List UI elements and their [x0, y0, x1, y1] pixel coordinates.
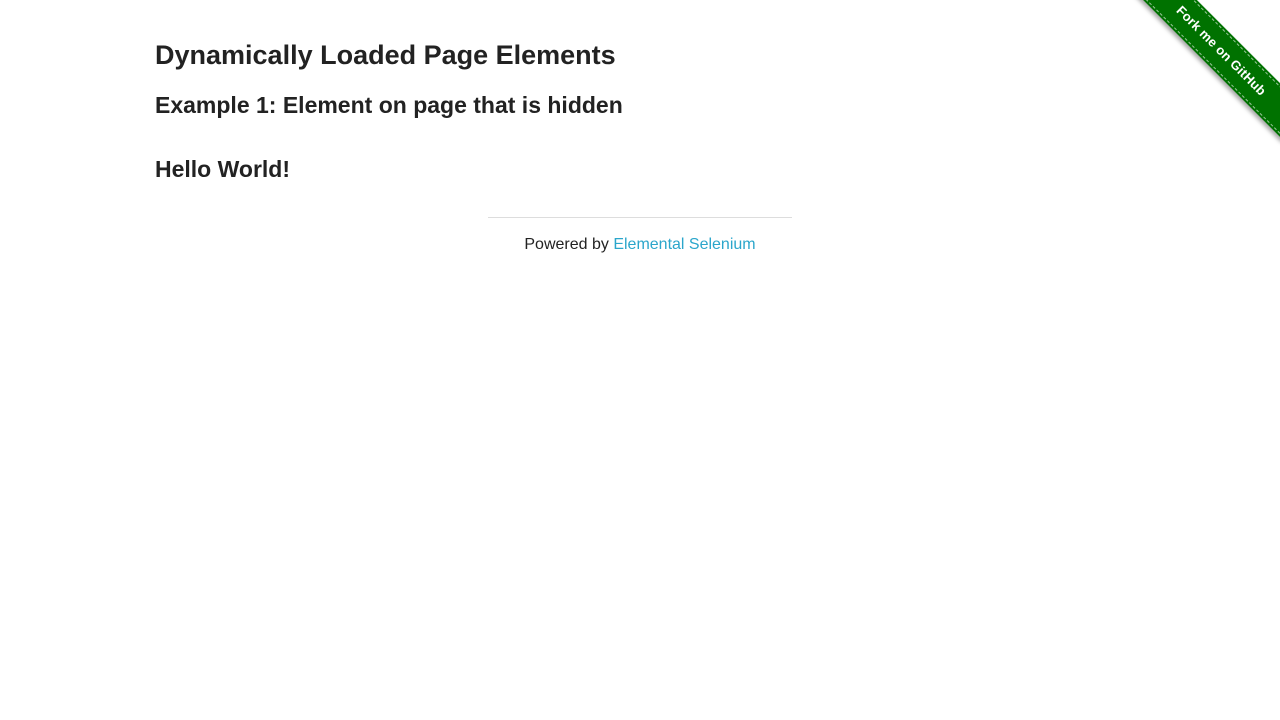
- fork-on-github-link[interactable]: Fork me on GitHub: [1134, 0, 1280, 138]
- finish-container: Hello World!: [155, 154, 290, 184]
- page-footer: Powered by Elemental Selenium: [488, 217, 792, 255]
- page-title: Dynamically Loaded Page Elements: [155, 40, 616, 70]
- elemental-selenium-link[interactable]: Elemental Selenium: [613, 236, 755, 253]
- example-title: Example 1: Element on page that is hidde…: [155, 92, 623, 118]
- github-ribbon: Fork me on GitHub: [1130, 0, 1280, 150]
- powered-by-text: Powered by: [524, 236, 614, 253]
- finish-message: Hello World!: [155, 156, 291, 182]
